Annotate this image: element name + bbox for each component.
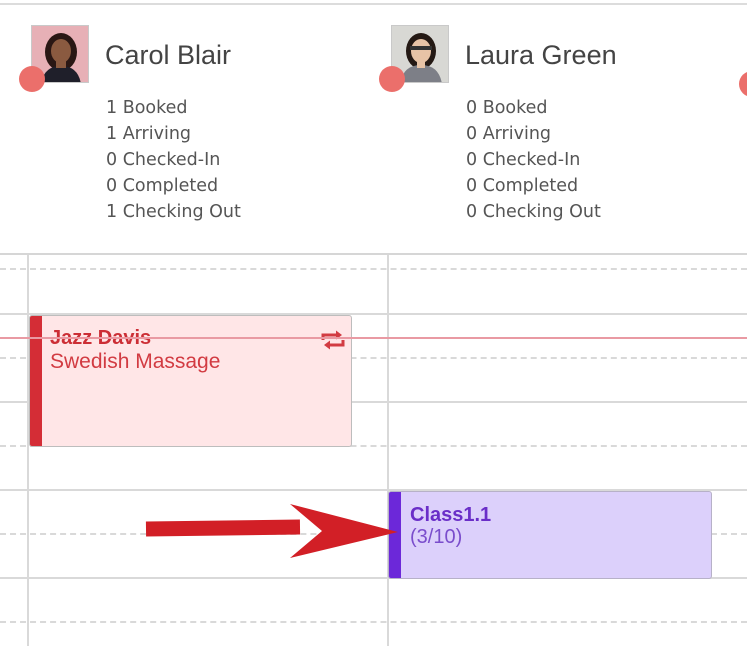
schedule-grid[interactable] — [0, 255, 747, 646]
next-staff-status-dot — [739, 71, 747, 97]
stat-completed: 0 Completed — [106, 176, 219, 196]
appointment-class[interactable]: Class1.1 (3/10) — [388, 491, 712, 579]
stat-arriving: 1 Arriving — [106, 124, 192, 144]
column-divider — [27, 255, 29, 646]
staff-header: Carol Blair 1 Booked 1 Arriving 0 Checke… — [0, 5, 747, 253]
column-divider — [387, 255, 389, 646]
status-dot — [379, 66, 405, 92]
stat-completed: 0 Completed — [466, 176, 579, 196]
stat-checked-in: 0 Checked-In — [106, 150, 221, 170]
stat-arriving: 0 Arriving — [466, 124, 552, 144]
half-hour-line — [0, 621, 747, 623]
staff-column-laura-green[interactable]: Laura Green 0 Booked 0 Arriving 0 Checke… — [379, 5, 731, 253]
class-capacity: (3/10) — [410, 526, 463, 548]
stat-checked-in: 0 Checked-In — [466, 150, 581, 170]
stat-booked: 1 Booked — [106, 98, 188, 118]
stat-list: 0 Booked 0 Arriving 0 Checked-In 0 Compl… — [466, 95, 601, 225]
appointment-color-bar — [30, 316, 42, 446]
staff-name[interactable]: Laura Green — [465, 40, 617, 71]
half-hour-line — [0, 268, 747, 270]
staff-name[interactable]: Carol Blair — [105, 40, 231, 71]
stat-checking-out: 1 Checking Out — [106, 202, 241, 222]
stat-list: 1 Booked 1 Arriving 0 Checked-In 0 Compl… — [106, 95, 241, 225]
stat-booked: 0 Booked — [466, 98, 548, 118]
current-time-indicator — [0, 337, 747, 339]
staff-column-carol-blair[interactable]: Carol Blair 1 Booked 1 Arriving 0 Checke… — [19, 5, 371, 253]
appointment-service-name: Swedish Massage — [50, 350, 221, 373]
recurring-icon — [321, 330, 345, 350]
appointment-jazz-davis[interactable]: Jazz Davis Swedish Massage — [29, 315, 352, 447]
status-dot — [19, 66, 45, 92]
class-name: Class1.1 — [410, 504, 492, 526]
red-arrow-icon — [145, 504, 398, 558]
stat-checking-out: 0 Checking Out — [466, 202, 601, 222]
